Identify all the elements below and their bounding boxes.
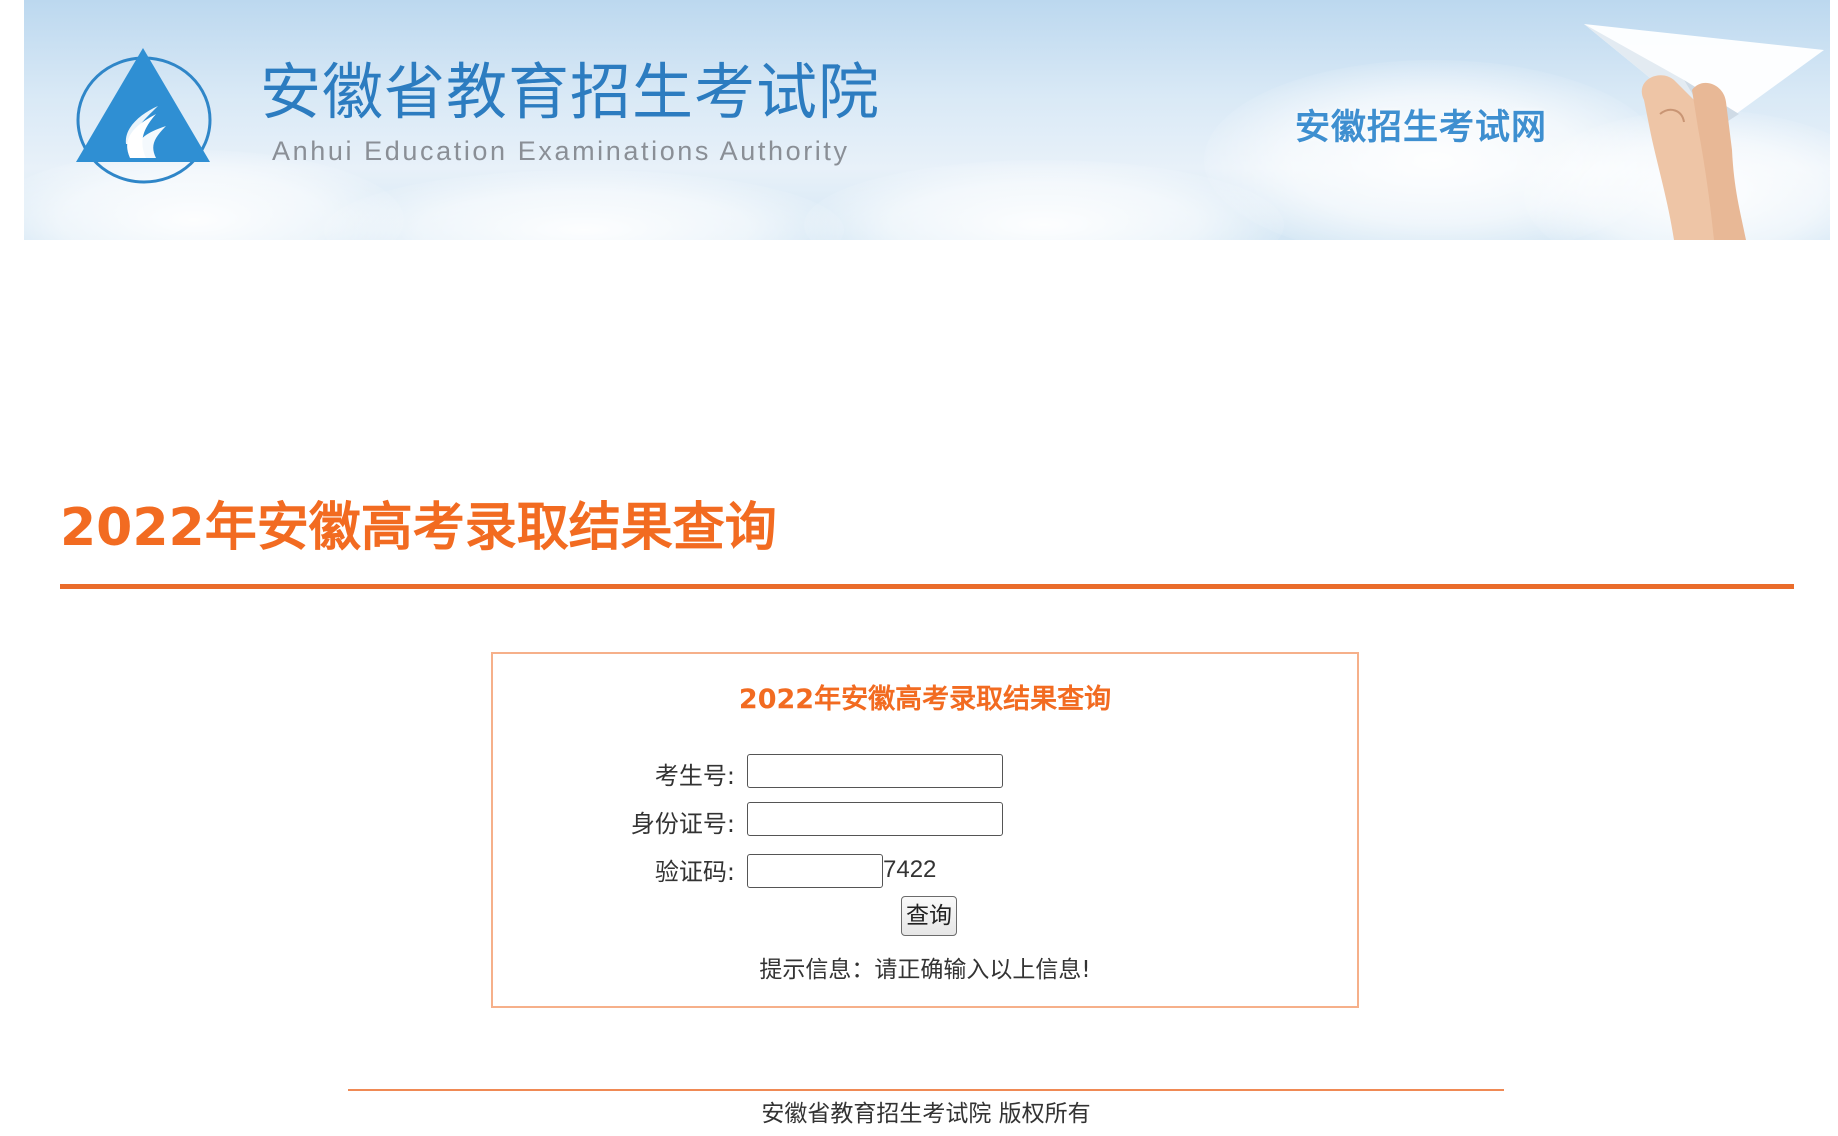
captcha-code[interactable]: 7422: [883, 858, 936, 882]
institution-name-cn: 安徽省教育招生考试院: [260, 57, 881, 128]
page-title: 2022年安徽高考录取结果查询: [60, 498, 777, 558]
query-button[interactable]: 查询: [901, 896, 957, 936]
footer-divider: [348, 1089, 1504, 1091]
exam-number-label: 考生号:: [654, 762, 735, 790]
exam-number-input[interactable]: [747, 754, 1003, 788]
copyright-text: 安徽省教育招生考试院 版权所有: [761, 1101, 1091, 1127]
captcha-input[interactable]: [747, 854, 883, 888]
query-form: 2022年安徽高考录取结果查询 考生号: 身份证号: 验证码: 7422 查询 …: [491, 652, 1359, 1008]
id-number-label: 身份证号:: [630, 810, 735, 838]
hint-message: 提示信息：请正确输入以上信息!: [759, 957, 1091, 983]
cloud-decoration: [324, 170, 844, 240]
triangle-flame-logo-icon: [76, 48, 212, 184]
captcha-label: 验证码:: [654, 858, 735, 886]
title-divider: [60, 584, 1794, 589]
id-number-input[interactable]: [747, 802, 1003, 836]
hand-paper-plane-icon: [1584, 24, 1824, 240]
form-title: 2022年安徽高考录取结果查询: [738, 684, 1112, 715]
site-name: 安徽招生考试网: [1295, 108, 1548, 148]
header-banner: 安徽省教育招生考试院 Anhui Education Examinations …: [24, 0, 1830, 240]
institution-name-en: Anhui Education Examinations Authority: [272, 136, 850, 166]
